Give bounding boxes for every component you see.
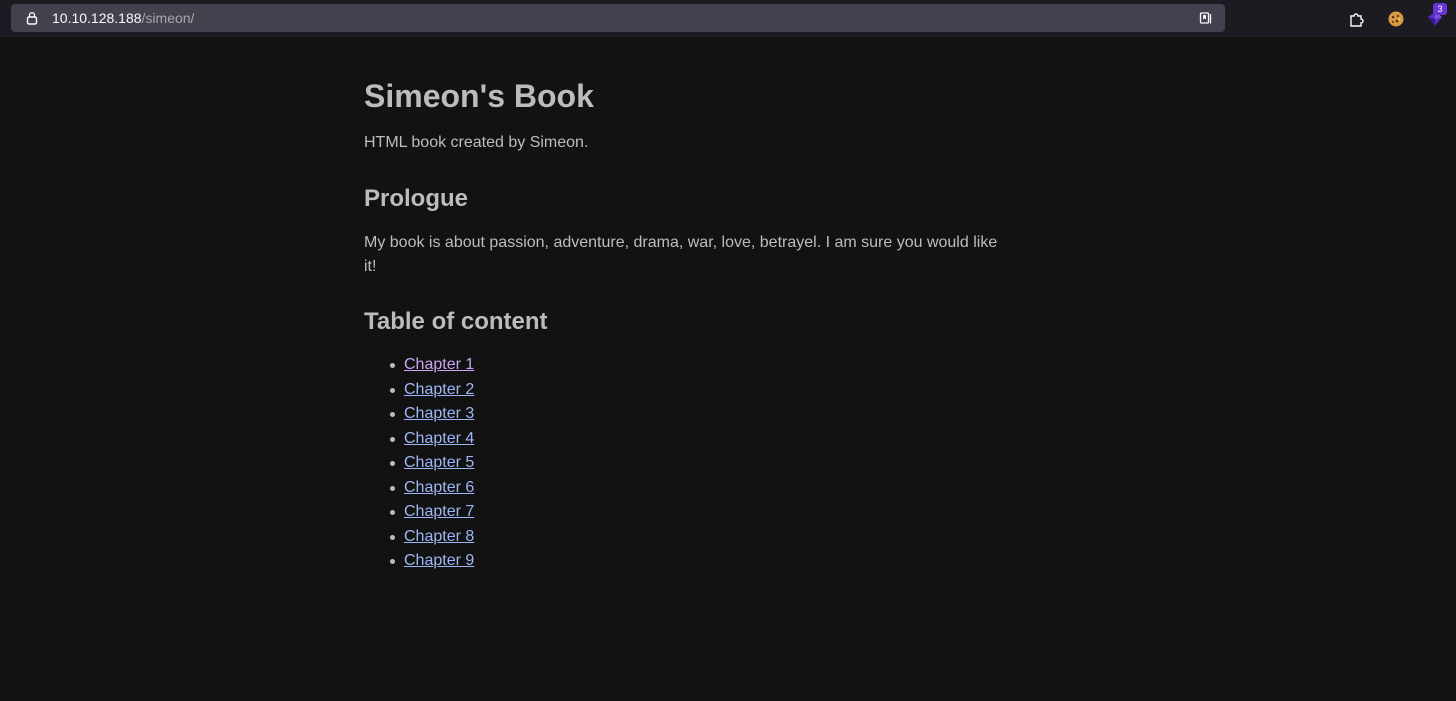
extension-badge: 3	[1433, 3, 1447, 15]
list-item: Chapter 1	[364, 353, 474, 378]
chapter-link-9[interactable]: Chapter 9	[404, 552, 474, 569]
list-item: Chapter 5	[364, 451, 474, 476]
list-item: Chapter 9	[364, 549, 474, 574]
bullet-icon	[390, 461, 395, 466]
chapter-link-8[interactable]: Chapter 8	[404, 528, 474, 545]
toc-list: Chapter 1 Chapter 2 Chapter 3 Chapter 4 …	[364, 353, 474, 574]
list-item: Chapter 8	[364, 525, 474, 550]
page-subtitle: HTML book created by Simeon.	[364, 134, 589, 151]
chapter-link-6[interactable]: Chapter 6	[404, 479, 474, 496]
prologue-text: My book is about passion, adventure, dra…	[364, 234, 998, 275]
list-item: Chapter 7	[364, 500, 474, 525]
list-item: Chapter 2	[364, 378, 474, 403]
bullet-icon	[390, 510, 395, 515]
puzzle-icon[interactable]	[1348, 10, 1366, 28]
bullet-icon	[390, 363, 395, 368]
bullet-icon	[390, 412, 395, 417]
bullet-icon	[390, 485, 395, 491]
address-bar[interactable]: 10.10.128.188/simeon/	[11, 4, 1225, 32]
url-text[interactable]: 10.10.128.188/simeon/	[52, 10, 194, 26]
cookie-icon[interactable]	[1387, 10, 1405, 28]
prologue-heading: Prologue	[364, 185, 469, 212]
url-path: /simeon/	[141, 10, 195, 26]
list-item: Chapter 4	[364, 427, 474, 452]
bullet-icon	[390, 387, 395, 393]
browser-toolbar: 10.10.128.188/simeon/ 3	[0, 0, 1456, 37]
chapter-link-1[interactable]: Chapter 1	[404, 356, 474, 373]
chapter-link-4[interactable]: Chapter 4	[404, 430, 474, 447]
list-item: Chapter 6	[364, 476, 474, 501]
reader-view-icon[interactable]	[1199, 11, 1213, 25]
page-title: Simeon's Book	[364, 78, 594, 114]
toc-heading: Table of content	[364, 308, 548, 335]
url-host: 10.10.128.188	[52, 10, 142, 26]
lock-icon[interactable]	[25, 11, 39, 25]
bullet-icon	[390, 436, 395, 442]
chapter-link-7[interactable]: Chapter 7	[404, 503, 474, 520]
bullet-icon	[390, 559, 395, 564]
chapter-link-3[interactable]: Chapter 3	[404, 405, 474, 422]
bullet-icon	[390, 534, 395, 540]
list-item: Chapter 3	[364, 402, 474, 427]
chapter-link-2[interactable]: Chapter 2	[404, 381, 474, 398]
chapter-link-5[interactable]: Chapter 5	[404, 454, 474, 471]
